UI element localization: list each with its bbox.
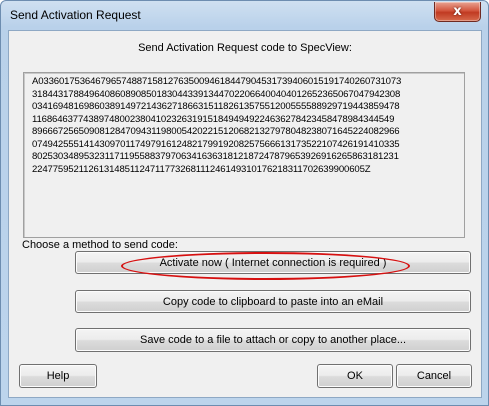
help-button[interactable]: Help (19, 364, 97, 388)
code-line: 8025303489532311711955883797063416363181… (32, 151, 399, 162)
method-label: Choose a method to send code: (22, 239, 178, 251)
activation-code-box[interactable]: A033601753646796574887158127635009461844… (23, 72, 465, 238)
code-line: 0749425551414309701174979161248217991920… (32, 138, 400, 150)
dialog-body: Send Activation Request code to SpecView… (8, 30, 482, 398)
dialog-header-text: Send Activation Request code to SpecView… (138, 42, 352, 54)
code-line: A033601753646796574887158127635009461844… (32, 76, 402, 87)
activation-code-text: A033601753646796574887158127635009461844… (32, 76, 458, 176)
window-title: Send Activation Request (10, 8, 141, 22)
save-to-file-button[interactable]: Save code to a file to attach or copy to… (75, 328, 471, 352)
cancel-button[interactable]: Cancel (396, 364, 472, 388)
code-line: 0341694816986038914972143627186631511826… (32, 101, 400, 112)
code-line: 3184431788496408608908501830443391344702… (32, 88, 401, 100)
copy-to-clipboard-button[interactable]: Copy code to clipboard to paste into an … (75, 290, 471, 313)
close-button[interactable]: x (434, 2, 481, 22)
code-line: 2247759521126131485112471177326811124614… (32, 163, 371, 175)
title-bar[interactable]: Send Activation Request x (1, 1, 488, 29)
dialog-window: Send Activation Request x Send Activatio… (0, 0, 489, 406)
ok-button[interactable]: OK (317, 364, 393, 388)
code-line: 1168646377438974800238041023263191518494… (32, 113, 395, 125)
close-icon: x (453, 4, 462, 19)
activate-now-button[interactable]: Activate now ( Internet connection is re… (75, 251, 471, 274)
code-line: 8966672565090812847094311980054202215120… (32, 126, 400, 137)
